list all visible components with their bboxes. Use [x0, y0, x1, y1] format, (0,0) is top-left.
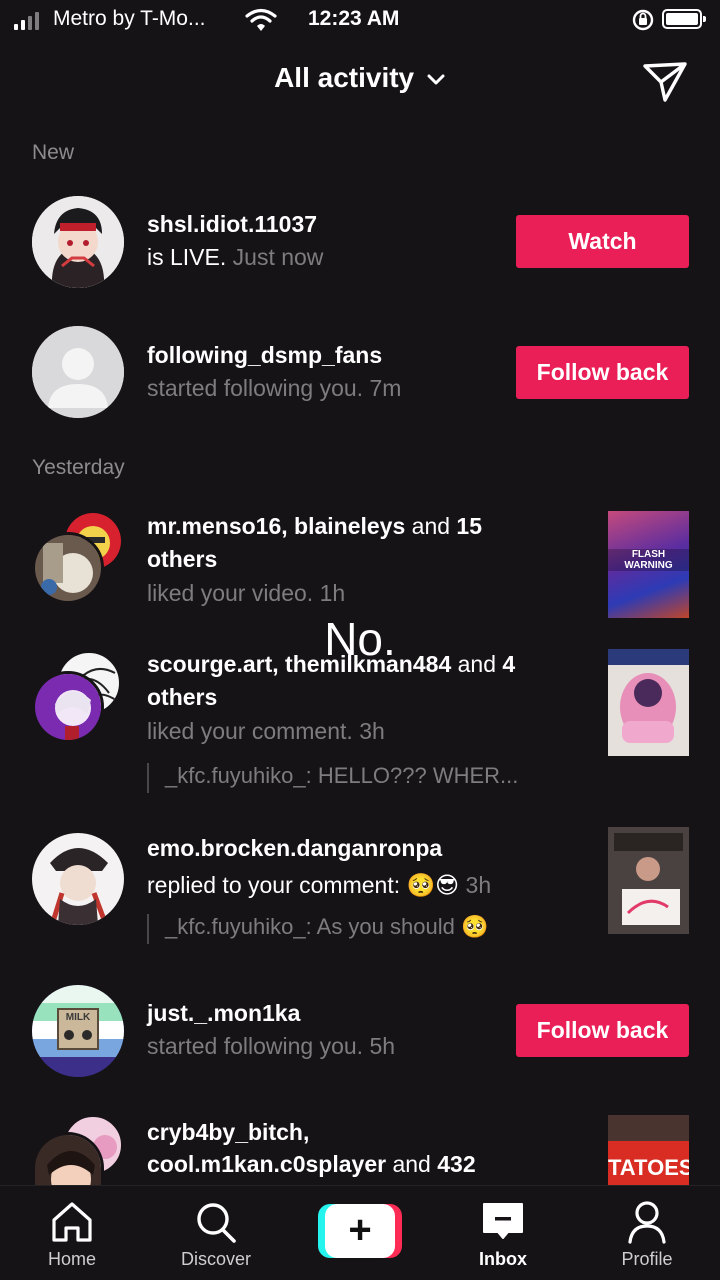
activity-text: started following you. 7m — [147, 375, 402, 401]
emoji: 🥺😎 — [406, 872, 460, 898]
username[interactable]: emo.brocken.danganronpa — [147, 835, 442, 862]
avatar-caption: MILK — [65, 1012, 91, 1023]
carrier-label: Metro by T-Mo... — [53, 7, 206, 30]
tab-label: Profile — [621, 1249, 673, 1269]
activity-users[interactable]: mr.menso16, blaineleys and 15 — [147, 513, 482, 540]
thumbnail-caption: TATOES — [608, 1155, 689, 1180]
thumbnail-caption: FLASH WARNING — [608, 549, 689, 571]
profile-icon — [628, 1201, 666, 1244]
tab-inbox[interactable]: Inbox — [438, 1186, 568, 1280]
create-button[interactable]: + — [318, 1204, 402, 1258]
signal-icon — [14, 12, 39, 30]
activity-text: replied to your comment: 🥺😎 3h — [147, 872, 492, 898]
comment-quote: _kfc.fuyuhiko_: As you should 🥺 — [147, 914, 488, 944]
avatar[interactable] — [32, 326, 124, 418]
activity-filter-dropdown[interactable]: All activity — [0, 62, 720, 94]
timestamp: 7m — [369, 375, 402, 401]
section-header-new: New — [32, 141, 75, 164]
timestamp: 1h — [319, 580, 346, 606]
avatar[interactable] — [32, 532, 104, 604]
username[interactable]: shsl.idiot.11037 — [147, 211, 317, 238]
username[interactable]: just._.mon1ka — [147, 1000, 300, 1027]
activity-text: liked your video. 1h — [147, 580, 346, 606]
video-thumbnail[interactable]: FLASH WARNING — [608, 511, 689, 618]
inbox-icon — [483, 1203, 523, 1239]
video-thumbnail[interactable] — [608, 827, 689, 934]
avatar[interactable] — [32, 833, 124, 925]
activity-others: others — [147, 684, 218, 710]
paper-plane-icon[interactable] — [641, 60, 689, 104]
tab-label: Home — [47, 1249, 96, 1269]
avatar[interactable] — [32, 196, 124, 288]
battery-icon — [662, 9, 706, 29]
activity-others: others — [147, 546, 218, 572]
avatar[interactable]: MILK — [32, 985, 124, 1077]
tab-home[interactable]: Home — [7, 1186, 137, 1280]
page-title: All activity — [274, 62, 415, 93]
follow-back-button[interactable]: Follow back — [516, 1004, 689, 1057]
avatar[interactable] — [32, 671, 104, 743]
timestamp: 3h — [465, 872, 492, 898]
activity-text: liked your comment. 3h — [147, 718, 385, 744]
bottom-tab-bar: Home Discover + Inbox Profile — [0, 1185, 720, 1280]
username[interactable]: following_dsmp_fans — [147, 342, 382, 369]
timestamp: 3h — [359, 718, 385, 744]
home-icon — [52, 1202, 92, 1242]
tab-discover[interactable]: Discover — [151, 1186, 281, 1280]
video-thumbnail[interactable]: TATOES — [608, 1115, 689, 1185]
video-overlay-caption: No. — [324, 613, 396, 665]
chevron-down-icon — [427, 74, 445, 85]
activity-users[interactable]: cool.m1kan.c0splayer and 432 — [147, 1151, 476, 1178]
comment-quote: _kfc.fuyuhiko_: HELLO??? WHER... — [147, 763, 518, 793]
username[interactable]: cryb4by_bitch, — [147, 1119, 309, 1146]
timestamp: Just now — [232, 244, 324, 270]
tab-label: Inbox — [479, 1249, 527, 1269]
tab-label: Discover — [180, 1249, 251, 1269]
timestamp: 5h — [369, 1033, 396, 1059]
wifi-icon — [245, 8, 277, 31]
activity-text: is LIVE. Just now — [147, 244, 324, 270]
orientation-lock-icon — [632, 9, 654, 31]
status-time: 12:23 AM — [308, 7, 400, 30]
status-bar: Metro by T-Mo... 12:23 AM — [0, 0, 720, 40]
plus-icon: + — [325, 1204, 395, 1258]
watch-button[interactable]: Watch — [516, 215, 689, 268]
tab-profile[interactable]: Profile — [582, 1186, 712, 1280]
search-icon — [197, 1203, 236, 1243]
activity-text: started following you. 5h — [147, 1033, 396, 1059]
follow-back-button[interactable]: Follow back — [516, 346, 689, 399]
section-header-yesterday: Yesterday — [32, 456, 125, 479]
